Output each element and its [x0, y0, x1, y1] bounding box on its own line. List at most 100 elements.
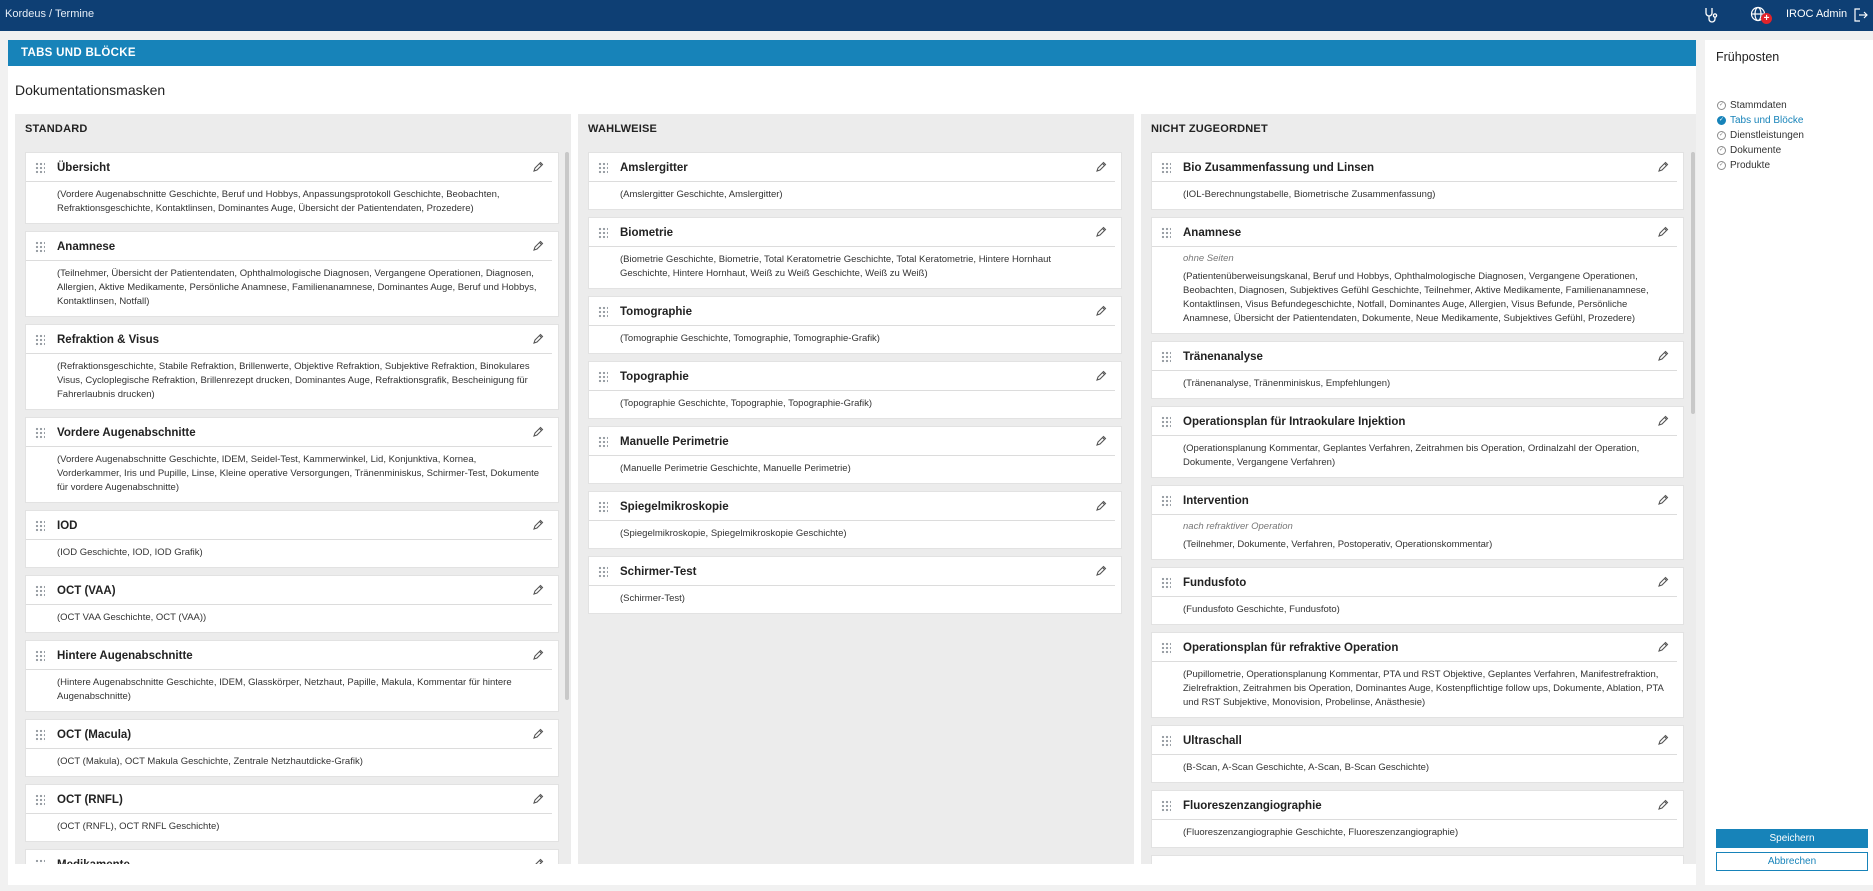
drag-handle-icon[interactable]	[598, 162, 608, 175]
mask-card[interactable]: Refraktion & Visus (Refraktionsgeschichte…	[25, 324, 559, 410]
drag-handle-icon[interactable]	[598, 371, 608, 384]
edit-icon[interactable]	[532, 333, 544, 348]
edit-icon[interactable]	[1657, 576, 1669, 591]
card-description: (OCT VAA Geschichte, OCT (VAA))	[57, 612, 207, 623]
drag-handle-icon[interactable]	[598, 436, 608, 449]
page-subtitle: Dokumentationsmasken	[15, 82, 166, 98]
drag-handle-icon[interactable]	[35, 585, 45, 598]
edit-icon[interactable]	[532, 240, 544, 255]
mask-card[interactable]: Operationsplan für Intraokulare Injektio…	[1151, 406, 1684, 478]
card-title: Topographie	[620, 371, 689, 383]
mask-card[interactable]: OCT (Macula) (OCT (Makula), OCT Makula Ge…	[25, 719, 559, 777]
breadcrumb[interactable]: Kordeus / Termine	[5, 8, 94, 20]
sidebar-item-dienstleistungen[interactable]: ✓ Dienstleistungen	[1717, 128, 1804, 143]
scrollbar[interactable]	[1691, 152, 1695, 414]
mask-card[interactable]: Fundusfoto (Fundusfoto Geschichte, Fundus…	[1151, 567, 1684, 625]
mask-card[interactable]: Medikamente	[25, 849, 559, 864]
mask-card[interactable]: Biometrie (Biometrie Geschichte, Biometri…	[588, 217, 1122, 289]
edit-icon[interactable]	[532, 858, 544, 864]
edit-icon[interactable]	[1657, 799, 1669, 814]
edit-icon[interactable]	[1095, 370, 1107, 385]
sidebar-item-tabs-und-bloecke[interactable]: ✓ Tabs und Blöcke	[1717, 113, 1804, 128]
mask-card[interactable]: Operationsplan für Kataraktoperation	[1151, 855, 1684, 864]
drag-handle-icon[interactable]	[35, 650, 45, 663]
drag-handle-icon[interactable]	[35, 859, 45, 864]
mask-card[interactable]: Amslergitter (Amslergitter Geschichte, Am…	[588, 152, 1122, 210]
drag-handle-icon[interactable]	[1161, 351, 1171, 364]
edit-icon[interactable]	[532, 161, 544, 176]
mask-card[interactable]: Manuelle Perimetrie (Manuelle Perimetrie …	[588, 426, 1122, 484]
mask-card[interactable]: Ultraschall (B-Scan, A-Scan Geschichte, A…	[1151, 725, 1684, 783]
mask-card[interactable]: Übersicht (Vordere Augenabschnitte Geschi…	[25, 152, 559, 224]
sidebar-item-produkte[interactable]: ✓ Produkte	[1717, 158, 1804, 173]
drag-handle-icon[interactable]	[1161, 800, 1171, 813]
mask-card[interactable]: Anamnese ohne Seiten (Patientenüberweisung…	[1151, 217, 1684, 334]
mask-card[interactable]: Anamnese (Teilnehmer, Übersicht der Patie…	[25, 231, 559, 317]
drag-handle-icon[interactable]	[1161, 642, 1171, 655]
drag-handle-icon[interactable]	[598, 227, 608, 240]
edit-icon[interactable]	[1657, 415, 1669, 430]
edit-icon[interactable]	[1095, 305, 1107, 320]
drag-handle-icon[interactable]	[1161, 227, 1171, 240]
user-name[interactable]: IROC Admin	[1786, 8, 1847, 20]
drag-handle-icon[interactable]	[598, 306, 608, 319]
edit-icon[interactable]	[1657, 161, 1669, 176]
drag-handle-icon[interactable]	[35, 427, 45, 440]
edit-icon[interactable]	[1095, 565, 1107, 580]
drag-handle-icon[interactable]	[1161, 162, 1171, 175]
mask-card[interactable]: Fluoreszenzangiographie (Fluoreszenzangio…	[1151, 790, 1684, 848]
edit-icon[interactable]	[1095, 500, 1107, 515]
mask-card[interactable]: Intervention nach refraktiver Operation (T…	[1151, 485, 1684, 560]
mask-card[interactable]: Hintere Augenabschnitte (Hintere Augenabs…	[25, 640, 559, 712]
mask-card[interactable]: OCT (RNFL) (OCT (RNFL), OCT RNFL Geschich…	[25, 784, 559, 842]
edit-icon[interactable]	[532, 793, 544, 808]
edit-icon[interactable]	[532, 519, 544, 534]
mask-card[interactable]: Vordere Augenabschnitte (Vordere Augenabs…	[25, 417, 559, 503]
drag-handle-icon[interactable]	[35, 334, 45, 347]
drag-handle-icon[interactable]	[1161, 416, 1171, 429]
edit-icon[interactable]	[1657, 350, 1669, 365]
edit-icon[interactable]	[532, 584, 544, 599]
cancel-button[interactable]: Abbrechen	[1716, 852, 1868, 871]
drag-handle-icon[interactable]	[1161, 495, 1171, 508]
logout-icon[interactable]	[1853, 6, 1868, 24]
drag-handle-icon[interactable]	[598, 566, 608, 579]
drag-handle-icon[interactable]	[35, 729, 45, 742]
edit-icon[interactable]	[1657, 226, 1669, 241]
edit-icon[interactable]	[1095, 226, 1107, 241]
edit-icon[interactable]	[1657, 494, 1669, 509]
edit-icon[interactable]	[1657, 641, 1669, 656]
drag-handle-icon[interactable]	[35, 162, 45, 175]
sidebar-title: Frühposten	[1716, 50, 1780, 64]
drag-handle-icon[interactable]	[35, 520, 45, 533]
mask-card[interactable]: Bio Zusammenfassung und Linsen (IOL-Berec…	[1151, 152, 1684, 210]
mask-card[interactable]: Spiegelmikroskopie (Spiegelmikroskopie, S…	[588, 491, 1122, 549]
card-header: Anamnese	[26, 232, 552, 261]
mask-card[interactable]: Tomographie (Tomographie Geschichte, Tomo…	[588, 296, 1122, 354]
drag-handle-icon[interactable]	[35, 794, 45, 807]
drag-handle-icon[interactable]	[1161, 735, 1171, 748]
edit-icon[interactable]	[532, 426, 544, 441]
mask-card[interactable]: IOD (IOD Geschichte, IOD, IOD Grafik)	[25, 510, 559, 568]
sidebar-item-dokumente[interactable]: ✓ Dokumente	[1717, 143, 1804, 158]
edit-icon[interactable]	[1657, 734, 1669, 749]
scrollbar[interactable]	[565, 152, 569, 700]
mask-card[interactable]: OCT (VAA) (OCT VAA Geschichte, OCT (VAA))	[25, 575, 559, 633]
section-header: TABS UND BLÖCKE	[8, 40, 1696, 66]
mask-card[interactable]: Topographie (Topographie Geschichte, Topo…	[588, 361, 1122, 419]
mask-card[interactable]: Operationsplan für refraktive Operation (…	[1151, 632, 1684, 718]
card-title: Biometrie	[620, 227, 674, 239]
mask-card[interactable]: Tränenanalyse (Tränenanalyse, Tränenminis…	[1151, 341, 1684, 399]
save-button[interactable]: Speichern	[1716, 829, 1868, 848]
edit-icon[interactable]	[532, 728, 544, 743]
drag-handle-icon[interactable]	[598, 501, 608, 514]
drag-handle-icon[interactable]	[35, 241, 45, 254]
stethoscope-icon[interactable]	[1703, 6, 1719, 24]
card-description: (Teilnehmer, Übersicht der Patientendate…	[57, 268, 537, 307]
edit-icon[interactable]	[532, 649, 544, 664]
edit-icon[interactable]	[1095, 161, 1107, 176]
sidebar-item-stammdaten[interactable]: ✓ Stammdaten	[1717, 98, 1804, 113]
drag-handle-icon[interactable]	[1161, 577, 1171, 590]
mask-card[interactable]: Schirmer-Test (Schirmer-Test)	[588, 556, 1122, 614]
edit-icon[interactable]	[1095, 435, 1107, 450]
